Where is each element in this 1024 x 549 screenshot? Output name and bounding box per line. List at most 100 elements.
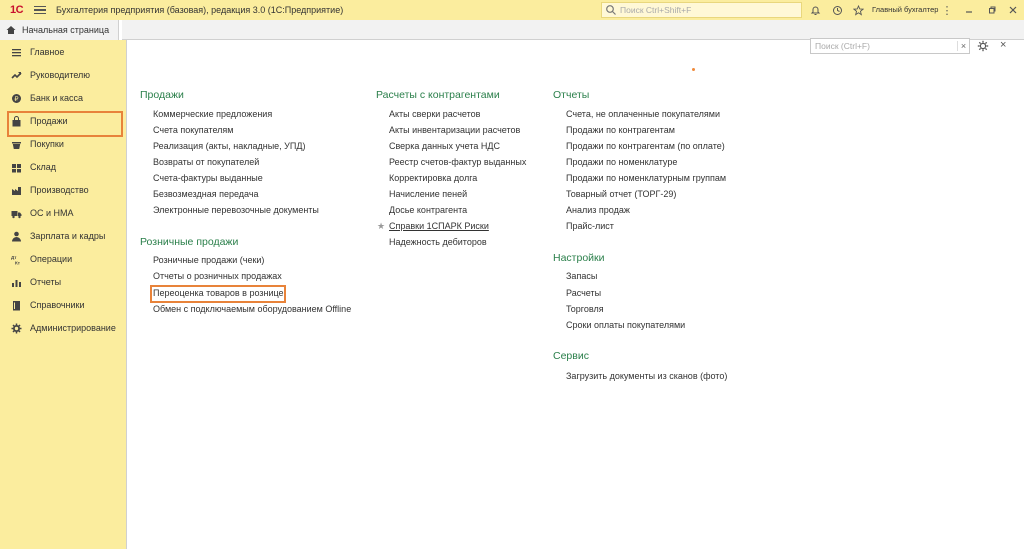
link-stocks[interactable]: Запасы [566, 271, 597, 281]
close-window-icon[interactable] [1006, 3, 1020, 17]
section-title-sales: Продажи [140, 89, 184, 101]
sidebar-item-label: Отчеты [30, 277, 62, 287]
tab-home[interactable]: Начальная страница [0, 20, 118, 40]
app-title: Бухгалтерия предприятия (базовая), редак… [56, 5, 344, 15]
factory-icon [10, 184, 22, 196]
link-debtor-reliability[interactable]: Надежность дебиторов [389, 237, 487, 247]
user-name[interactable]: Главный бухгалтер [872, 5, 938, 14]
link-sales-analysis[interactable]: Анализ продаж [566, 205, 630, 215]
sidebar-item-production[interactable]: Производство [0, 179, 126, 201]
bar-chart-icon [10, 276, 22, 288]
link-commercial-offers[interactable]: Коммерческие предложения [153, 109, 272, 119]
link-sales-realization[interactable]: Реализация (акты, накладные, УПД) [153, 141, 305, 151]
restore-icon[interactable] [985, 3, 999, 17]
section-title-contractors: Расчеты с контрагентами [376, 89, 500, 101]
section-title-service: Сервис [553, 350, 589, 362]
link-customer-returns[interactable]: Возвраты от покупателей [153, 157, 259, 167]
sidebar-item-fixed-assets[interactable]: ОС и НМА [0, 202, 126, 224]
sidebar-item-operations[interactable]: Дт Кт Операции [0, 248, 126, 270]
link-settlements[interactable]: Расчеты [566, 288, 601, 298]
basket-icon [10, 138, 22, 150]
sidebar-item-warehouse[interactable]: Склад [0, 156, 126, 178]
gear-icon [10, 322, 22, 334]
truck-icon [10, 207, 22, 219]
star-icon[interactable] [851, 3, 865, 17]
link-sales-by-nomenclature[interactable]: Продажи по номенклатуре [566, 157, 677, 167]
link-issued-vat-invoices[interactable]: Счета-фактуры выданные [153, 173, 263, 183]
sidebar-item-label: Администрирование [30, 323, 116, 333]
warehouse-icon [10, 161, 22, 173]
coin-icon: ₽ [10, 92, 22, 104]
link-unpaid-invoices[interactable]: Счета, не оплаченные покупателями [566, 109, 720, 119]
sidebar-item-label: Руководителю [30, 70, 91, 80]
link-contractor-dossier[interactable]: Досье контрагента [389, 205, 467, 215]
link-retail-sales-reports[interactable]: Отчеты о розничных продажах [153, 271, 282, 281]
app-logo[interactable]: 1С [10, 4, 28, 16]
settings-icon[interactable] [977, 40, 989, 54]
link-trade[interactable]: Торговля [566, 304, 604, 314]
notification-dot [692, 68, 695, 71]
house-icon [6, 26, 16, 34]
global-search-placeholder: Поиск Ctrl+Shift+F [620, 5, 692, 15]
tab-home-label: Начальная страница [22, 25, 110, 35]
sidebar-item-reports[interactable]: Отчеты [0, 271, 126, 293]
sidebar-item-admin[interactable]: Администрирование [0, 317, 126, 339]
sidebar-item-label: Операции [30, 254, 73, 264]
more-icon[interactable]: ⋮ [940, 3, 954, 17]
sidebar-item-salary[interactable]: Зарплата и кадры [0, 225, 126, 247]
sidebar-item-label: Покупки [30, 139, 64, 149]
link-torg-29-report[interactable]: Товарный отчет (ТОРГ-29) [566, 189, 676, 199]
link-retail-sales-receipts[interactable]: Розничные продажи (чеки) [153, 255, 264, 265]
sidebar-item-label: Производство [30, 185, 89, 195]
link-electronic-transport-docs[interactable]: Электронные перевозочные документы [153, 205, 319, 215]
panel-search-placeholder: Поиск (Ctrl+F) [815, 41, 870, 51]
link-debt-adjustment[interactable]: Корректировка долга [389, 173, 477, 183]
tab-separator [118, 20, 122, 40]
sidebar-sales-highlight [7, 111, 123, 137]
section-title-retail: Розничные продажи [140, 236, 239, 248]
global-search-input[interactable]: Поиск Ctrl+Shift+F [601, 2, 802, 18]
history-icon[interactable] [830, 3, 844, 17]
link-inventory-acts[interactable]: Акты инвентаризации расчетов [389, 125, 520, 135]
minimize-icon[interactable] [962, 3, 976, 17]
link-offline-equipment-exchange[interactable]: Обмен с подключаемым оборудованием Offli… [153, 304, 351, 314]
retail-revaluation-highlight [150, 285, 286, 303]
clear-search-icon[interactable]: × [957, 41, 969, 51]
sidebar-item-main[interactable]: Главное [0, 41, 126, 63]
main-menu-icon[interactable] [34, 6, 46, 14]
link-free-transfer[interactable]: Безвозмездная передача [153, 189, 259, 199]
bell-icon[interactable] [808, 3, 822, 17]
link-sales-by-contractor-payment[interactable]: Продажи по контрагентам (по оплате) [566, 141, 725, 151]
sidebar-item-label: Зарплата и кадры [30, 231, 106, 241]
svg-text:Кт: Кт [15, 260, 21, 265]
link-issued-invoices-register[interactable]: Реестр счетов-фактур выданных [389, 157, 526, 167]
dt-kt-icon: Дт Кт [10, 253, 22, 265]
link-payment-terms[interactable]: Сроки оплаты покупателями [566, 320, 685, 330]
close-panel-icon[interactable]: × [1000, 39, 1006, 51]
panel-search-input[interactable]: Поиск (Ctrl+F) × [810, 38, 970, 54]
favorite-star-icon[interactable]: ★ [377, 221, 385, 232]
sidebar-item-manager[interactable]: Руководителю [0, 64, 126, 86]
sidebar-item-label: ОС и НМА [30, 208, 74, 218]
sidebar-item-label: Главное [30, 47, 65, 57]
person-icon [10, 230, 22, 242]
link-sales-by-nomenclature-groups[interactable]: Продажи по номенклатурным группам [566, 173, 726, 183]
tab-strip: Начальная страница [0, 20, 1024, 40]
svg-text:Дт: Дт [11, 255, 17, 260]
link-penalty-accrual[interactable]: Начисление пеней [389, 189, 467, 199]
sidebar-item-references[interactable]: Справочники [0, 294, 126, 316]
section-title-settings: Настройки [553, 252, 605, 264]
link-load-from-scans[interactable]: Загрузить документы из сканов (фото) [566, 371, 727, 381]
sidebar-item-bank[interactable]: ₽ Банк и касса [0, 87, 126, 109]
sidebar-item-label: Банк и касса [30, 93, 83, 103]
title-bar: 1С Бухгалтерия предприятия (базовая), ре… [0, 0, 1024, 20]
search-icon [606, 5, 616, 15]
link-reconciliation-acts[interactable]: Акты сверки расчетов [389, 109, 480, 119]
link-spark-risks[interactable]: Справки 1СПАРК Риски [389, 221, 489, 231]
link-sales-by-contractor[interactable]: Продажи по контрагентам [566, 125, 675, 135]
link-vat-reconciliation[interactable]: Сверка данных учета НДС [389, 141, 500, 151]
link-customer-invoices[interactable]: Счета покупателям [153, 125, 233, 135]
section-title-reports: Отчеты [553, 89, 590, 101]
link-price-list[interactable]: Прайс-лист [566, 221, 614, 231]
sidebar-item-label: Справочники [30, 300, 85, 310]
